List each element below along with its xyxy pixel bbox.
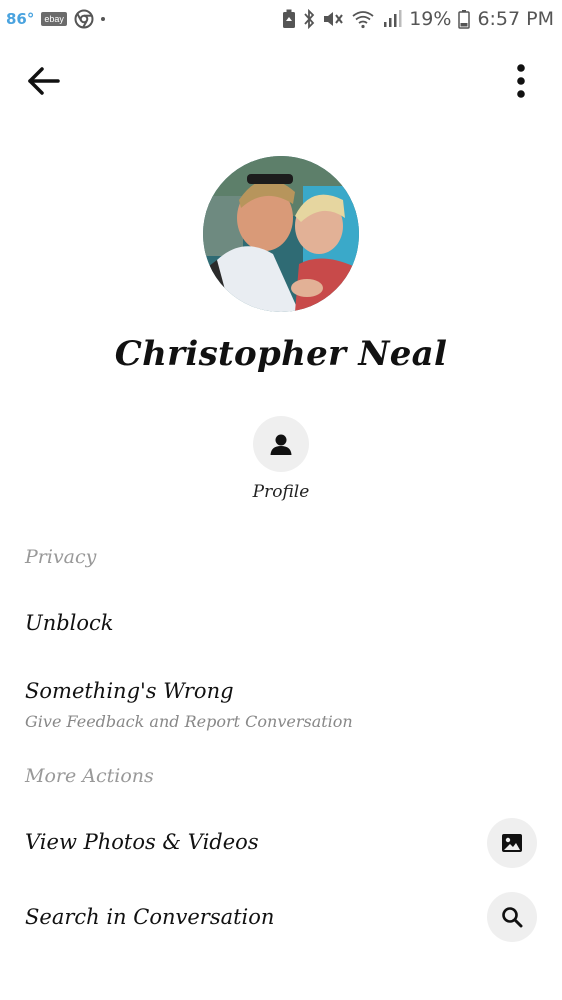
battery-saver-icon <box>283 9 296 28</box>
person-icon <box>270 434 292 455</box>
status-right: 19% 6:57 PM <box>282 8 554 30</box>
profile-label[interactable]: Profile <box>0 482 562 502</box>
mute-icon <box>324 12 344 26</box>
arrow-left-icon <box>28 67 60 95</box>
signal-icon <box>384 10 402 27</box>
profile-button[interactable] <box>253 416 309 472</box>
ebay-notification-icon: ebay <box>41 12 67 26</box>
notification-dot-icon <box>100 17 105 21</box>
back-button[interactable] <box>22 62 64 100</box>
search-conversation-label[interactable]: Search in Conversation <box>25 905 274 929</box>
bluetooth-icon <box>304 9 315 29</box>
something-wrong-label[interactable]: Something's Wrong <box>25 679 234 703</box>
view-media-button[interactable] <box>487 818 537 868</box>
more-options-button[interactable] <box>510 62 532 100</box>
more-vertical-icon <box>517 64 525 98</box>
battery-icon <box>458 10 471 29</box>
avatar-photo <box>203 156 359 312</box>
something-wrong-subtitle: Give Feedback and Report Conversation <box>25 712 353 731</box>
privacy-header: Privacy <box>25 546 97 568</box>
search-conversation-button[interactable] <box>487 892 537 942</box>
search-icon <box>502 907 523 928</box>
image-icon <box>502 834 522 852</box>
contact-name: Christopher Neal <box>114 334 448 374</box>
view-media-label[interactable]: View Photos & Videos <box>25 830 259 854</box>
unblock-label[interactable]: Unblock <box>25 611 114 635</box>
battery-percent: 19% <box>409 8 452 30</box>
contact-avatar <box>203 156 359 312</box>
wifi-icon <box>352 11 374 29</box>
top-app-bar <box>0 56 562 106</box>
more-actions-header: More Actions <box>25 765 154 787</box>
status-left: 86° ebay <box>6 9 105 29</box>
clock-text: 6:57 PM <box>477 8 554 30</box>
temperature-text: 86° <box>6 10 35 28</box>
status-bar: 86° ebay 19% 6:57 PM <box>0 0 562 38</box>
chrome-icon <box>74 9 94 29</box>
